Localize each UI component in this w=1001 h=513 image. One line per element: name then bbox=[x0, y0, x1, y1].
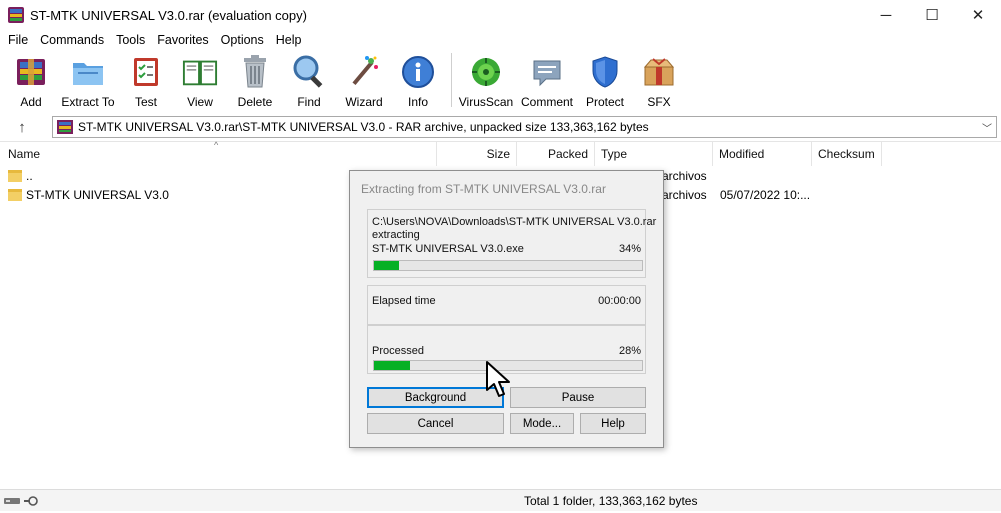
wizard-wand-icon bbox=[346, 54, 382, 90]
view-label: View bbox=[187, 95, 213, 109]
view-book-icon bbox=[182, 54, 218, 90]
column-modified[interactable]: Modified bbox=[713, 142, 812, 166]
chevron-down-icon[interactable]: ﹀ bbox=[982, 120, 992, 135]
menu-options[interactable]: Options bbox=[215, 33, 270, 47]
delete-button[interactable]: Delete bbox=[230, 51, 280, 111]
sort-ascending-icon: ^ bbox=[214, 140, 219, 150]
column-size[interactable]: Size bbox=[437, 142, 517, 166]
protect-button[interactable]: Protect bbox=[579, 51, 631, 111]
comment-icon bbox=[529, 54, 565, 90]
row-name: ST-MTK UNIVERSAL V3.0 bbox=[26, 188, 169, 202]
key-icon bbox=[24, 496, 38, 506]
extract-folder-icon bbox=[70, 54, 106, 90]
column-packed[interactable]: Packed bbox=[517, 142, 595, 166]
find-button[interactable]: Find bbox=[280, 51, 338, 111]
mouse-cursor-icon bbox=[486, 361, 510, 397]
add-archive-icon bbox=[13, 54, 49, 90]
up-one-level-button[interactable]: ↑ bbox=[0, 115, 44, 139]
cancel-button[interactable]: Cancel bbox=[367, 413, 504, 434]
mode-button[interactable]: Mode... bbox=[510, 413, 574, 434]
address-path: ST-MTK UNIVERSAL V3.0.rar\ST-MTK UNIVERS… bbox=[78, 120, 649, 134]
file-progress-bar bbox=[373, 260, 643, 271]
action-text: extracting bbox=[372, 229, 420, 241]
sfx-button[interactable]: SFX bbox=[631, 51, 687, 111]
extract-to-label: Extract To bbox=[61, 95, 115, 109]
column-type[interactable]: Type bbox=[595, 142, 713, 166]
row-type: archivos bbox=[662, 188, 707, 202]
row-name: .. bbox=[26, 169, 33, 183]
source-path: C:\Users\NOVA\Downloads\ST-MTK UNIVERSAL… bbox=[372, 216, 657, 228]
column-name[interactable]: Name bbox=[2, 142, 437, 166]
processed-progress-fill bbox=[374, 361, 411, 370]
elapsed-section: Elapsed time 00:00:00 bbox=[367, 285, 646, 325]
trash-icon bbox=[237, 54, 273, 90]
info-label: Info bbox=[407, 95, 428, 109]
extract-to-button[interactable]: Extract To bbox=[54, 51, 122, 111]
current-file-name: ST-MTK UNIVERSAL V3.0.exe bbox=[372, 243, 524, 255]
current-file-section: C:\Users\NOVA\Downloads\ST-MTK UNIVERSAL… bbox=[367, 209, 656, 278]
menu-tools[interactable]: Tools bbox=[110, 33, 151, 47]
pause-button[interactable]: Pause bbox=[510, 387, 646, 408]
sfx-label: SFX bbox=[647, 95, 671, 109]
status-bar: Total 1 folder, 133,363,162 bytes bbox=[0, 489, 1001, 511]
wizard-button[interactable]: Wizard bbox=[338, 51, 390, 111]
menu-bar: File Commands Tools Favorites Options He… bbox=[0, 30, 307, 49]
address-field[interactable]: ST-MTK UNIVERSAL V3.0.rar\ST-MTK UNIVERS… bbox=[52, 116, 997, 138]
dialog-title: Extracting from ST-MTK UNIVERSAL V3.0.ra… bbox=[361, 182, 606, 196]
address-bar: ↑ ST-MTK UNIVERSAL V3.0.rar\ST-MTK UNIVE… bbox=[0, 115, 1001, 139]
wizard-label: Wizard bbox=[345, 95, 383, 109]
sfx-box-icon bbox=[641, 54, 677, 90]
folder-icon bbox=[8, 188, 22, 201]
rar-archive-icon bbox=[57, 120, 73, 134]
menu-favorites[interactable]: Favorites bbox=[151, 33, 214, 47]
virusscan-button[interactable]: VirusScan bbox=[457, 51, 515, 111]
menu-file[interactable]: File bbox=[2, 33, 34, 47]
file-progress-fill bbox=[374, 261, 400, 270]
comment-button[interactable]: Comment bbox=[515, 51, 579, 111]
drive-icon bbox=[4, 498, 20, 504]
virus-scan-icon bbox=[468, 54, 504, 90]
menu-commands[interactable]: Commands bbox=[34, 33, 110, 47]
add-label: Add bbox=[20, 95, 42, 109]
extraction-dialog: Extracting from ST-MTK UNIVERSAL V3.0.ra… bbox=[349, 170, 664, 448]
close-button[interactable]: ✕ bbox=[955, 0, 1001, 30]
help-button[interactable]: Help bbox=[580, 413, 646, 434]
column-headers: Name ^ Size Packed Type Modified Checksu… bbox=[0, 140, 1001, 166]
magnifier-icon bbox=[291, 54, 327, 90]
processed-percent: 28% bbox=[618, 345, 641, 357]
toolbar: Add Extract To Test View Delete Find Wiz… bbox=[0, 51, 1001, 113]
test-button[interactable]: Test bbox=[122, 51, 170, 111]
test-label: Test bbox=[134, 95, 157, 109]
title-bar: ST-MTK UNIVERSAL V3.0.rar (evaluation co… bbox=[0, 0, 1001, 30]
add-button[interactable]: Add bbox=[8, 51, 54, 111]
file-percent: 34% bbox=[618, 243, 641, 255]
elapsed-value: 00:00:00 bbox=[598, 295, 641, 307]
delete-label: Delete bbox=[237, 95, 273, 109]
column-checksum[interactable]: Checksum bbox=[812, 142, 882, 166]
row-modified: 05/07/2022 10:... bbox=[720, 188, 811, 202]
find-label: Find bbox=[297, 95, 321, 109]
shield-icon bbox=[587, 54, 623, 90]
info-icon bbox=[400, 54, 436, 90]
elapsed-label: Elapsed time bbox=[372, 295, 436, 307]
test-checklist-icon bbox=[128, 54, 164, 90]
processed-label: Processed bbox=[372, 345, 424, 357]
window-title: ST-MTK UNIVERSAL V3.0.rar (evaluation co… bbox=[30, 7, 307, 23]
winrar-app-icon bbox=[8, 7, 24, 23]
info-button[interactable]: Info bbox=[390, 51, 446, 111]
toolbar-separator bbox=[451, 53, 452, 107]
row-type: archivos bbox=[662, 169, 707, 183]
menu-help[interactable]: Help bbox=[270, 33, 308, 47]
comment-label: Comment bbox=[520, 95, 573, 109]
maximize-button[interactable]: ☐ bbox=[909, 0, 955, 30]
folder-up-icon bbox=[8, 169, 22, 182]
virusscan-label: VirusScan bbox=[458, 95, 514, 109]
minimize-button[interactable]: ─ bbox=[863, 0, 909, 30]
status-text: Total 1 folder, 133,363,162 bytes bbox=[524, 494, 698, 508]
protect-label: Protect bbox=[585, 95, 624, 109]
view-button[interactable]: View bbox=[170, 51, 230, 111]
